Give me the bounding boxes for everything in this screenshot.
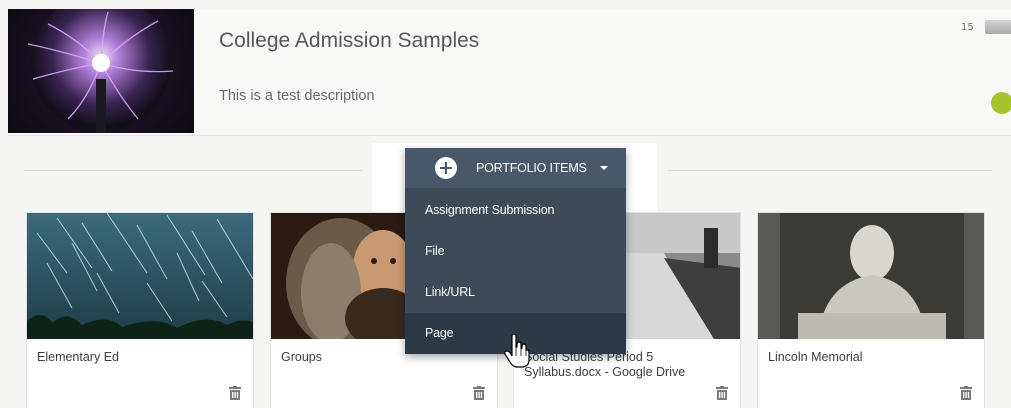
portfolio-items-dropdown: PORTFOLIO ITEMS Assignment Submission Fi…: [405, 148, 626, 354]
portfolio-card[interactable]: Lincoln Memorial: [757, 212, 985, 408]
portfolio-card[interactable]: Elementary Ed: [26, 212, 254, 408]
menu-item-link-url[interactable]: Link/URL: [405, 272, 626, 313]
dropdown-label: PORTFOLIO ITEMS: [476, 161, 587, 175]
slides-icon[interactable]: [985, 20, 1011, 34]
menu-item-assignment-submission[interactable]: Assignment Submission: [405, 190, 626, 231]
card-thumbnail: [27, 213, 253, 339]
plus-circle-icon: [435, 157, 457, 179]
status-indicator: [991, 92, 1011, 114]
divider-right: [668, 170, 992, 171]
trash-icon[interactable]: [960, 385, 972, 404]
card-title: Social Studies Period 5 Syllabus.docx - …: [524, 350, 686, 379]
portfolio-title: College Admission Samples: [219, 29, 480, 52]
portfolio-items-button[interactable]: PORTFOLIO ITEMS: [405, 148, 626, 188]
divider-left: [24, 170, 363, 171]
portfolio-description: This is a test description: [219, 88, 375, 104]
trash-icon[interactable]: [716, 385, 728, 404]
hand-cursor-icon: [504, 333, 530, 372]
menu-item-file[interactable]: File: [405, 231, 626, 272]
dropdown-menu-list: Assignment Submission File Link/URL Page: [405, 188, 626, 354]
card-title: Lincoln Memorial: [768, 350, 863, 364]
card-title: Elementary Ed: [37, 350, 119, 364]
item-count: 15: [961, 22, 974, 33]
trash-icon[interactable]: [229, 385, 241, 404]
portfolio-cover-image: [8, 9, 194, 133]
card-thumbnail: [758, 213, 984, 339]
trash-icon[interactable]: [473, 385, 485, 404]
portfolio-header: College Admission Samples This is a test…: [8, 9, 1011, 136]
caret-down-icon: [599, 166, 608, 170]
